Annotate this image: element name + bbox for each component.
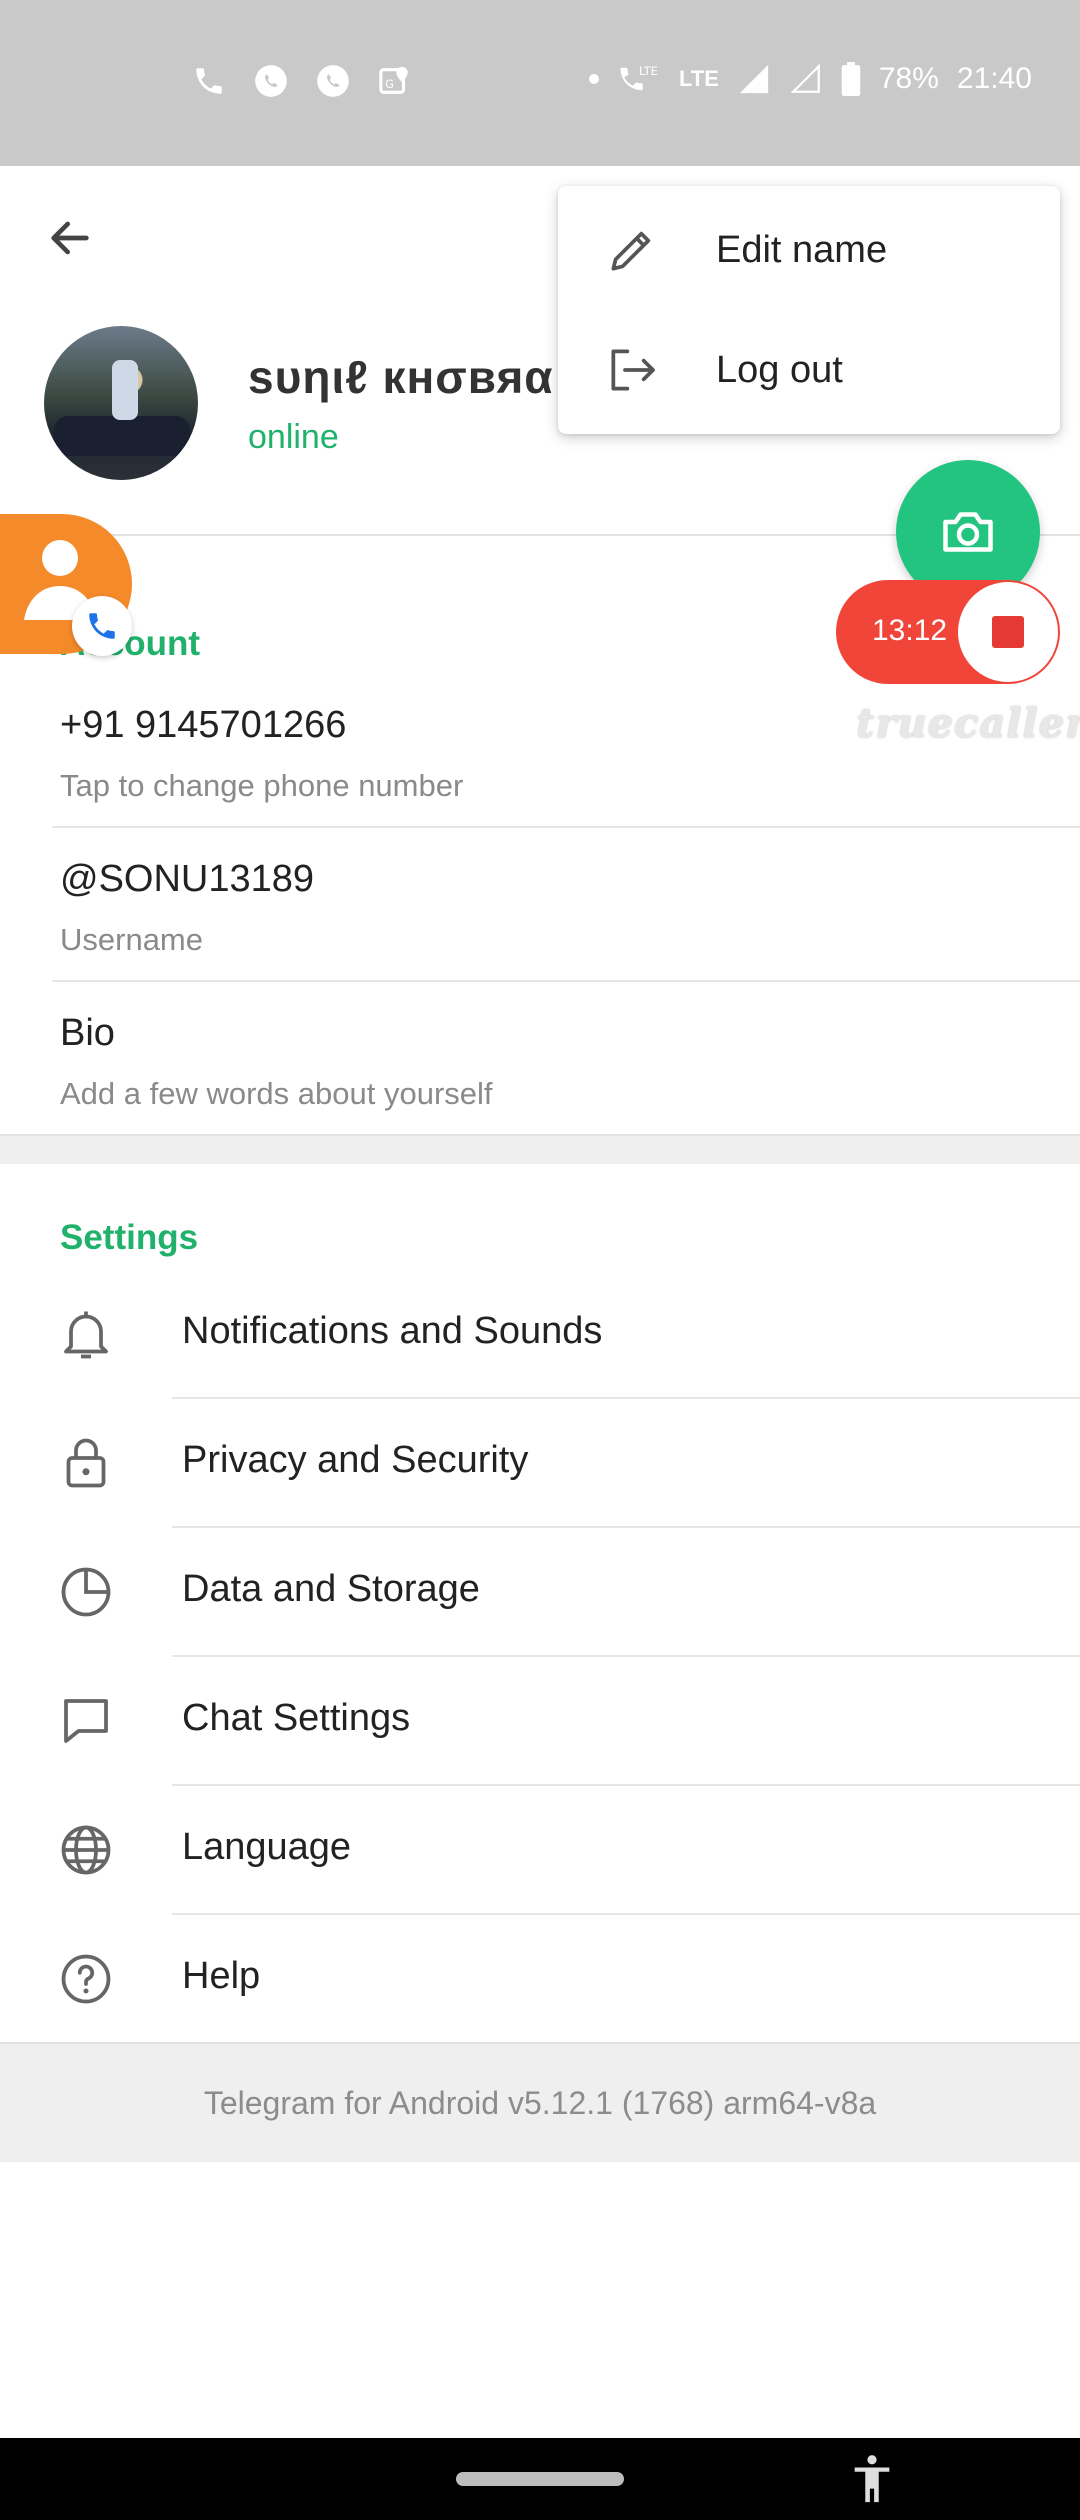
menu-item-log-out[interactable]: Log out [558, 310, 1060, 430]
phone-number-hint: Tap to change phone number [60, 768, 464, 803]
truecaller-logo: truecaller [856, 700, 1080, 747]
phone-number-row[interactable]: +91 9145701266 Tap to change phone numbe… [0, 672, 1080, 826]
logout-icon [604, 342, 660, 398]
settings-item-label: Data and Storage [182, 1568, 480, 1610]
signal-icon [737, 62, 771, 96]
settings-item-notifications[interactable]: Notifications and Sounds [0, 1268, 1080, 1397]
recording-timer: 13:12 [872, 614, 948, 647]
clock: 21:40 [956, 62, 1032, 95]
lock-icon [56, 1433, 116, 1493]
avatar[interactable] [44, 326, 198, 480]
system-navigation-bar [0, 2438, 1080, 2520]
globe-icon [56, 1820, 116, 1880]
maps-icon: G [376, 62, 414, 100]
bio-hint: Add a few words about yourself [60, 1076, 493, 1111]
accessibility-icon[interactable] [852, 2454, 892, 2504]
svg-text:G: G [385, 77, 394, 91]
section-separator [0, 1134, 1080, 1164]
battery-icon [841, 62, 861, 96]
settings-item-label: Privacy and Security [182, 1439, 529, 1481]
camera-icon [943, 512, 993, 552]
overflow-menu: Edit name Log out [558, 186, 1060, 434]
settings-item-data[interactable]: Data and Storage [0, 1526, 1080, 1655]
phone-badge-icon [72, 596, 132, 656]
whatsapp-icon [314, 62, 352, 100]
signal-empty-icon [789, 62, 823, 96]
phone-number: +91 9145701266 [60, 704, 347, 746]
settings-item-help[interactable]: Help [0, 1913, 1080, 2042]
dot-icon [588, 74, 599, 84]
settings-item-language[interactable]: Language [0, 1784, 1080, 1913]
menu-item-label: Log out [716, 348, 843, 391]
username: @SONU13189 [60, 858, 315, 900]
app-version-footer: Telegram for Android v5.12.1 (1768) arm6… [0, 2042, 1080, 2162]
settings-item-privacy[interactable]: Privacy and Security [0, 1397, 1080, 1526]
back-button[interactable] [42, 210, 98, 266]
arrow-left-icon [51, 221, 89, 255]
status-right: LTE LTE 78% 21:40 [588, 62, 1032, 96]
bio-row[interactable]: Bio Add a few words about yourself [0, 980, 1080, 1134]
profile-name: ѕυηιℓ кнσвяα [248, 351, 554, 403]
menu-item-edit-name[interactable]: Edit name [558, 190, 1060, 310]
username-hint: Username [60, 922, 203, 957]
bell-icon [56, 1304, 116, 1364]
stop-recording-button[interactable] [958, 582, 1058, 682]
whatsapp-icon [252, 62, 290, 100]
battery-percent: 78% [878, 62, 939, 95]
settings-item-chat[interactable]: Chat Settings [0, 1655, 1080, 1784]
svg-text:LTE: LTE [639, 64, 658, 78]
username-row[interactable]: @SONU13189 Username [0, 826, 1080, 980]
settings-item-label: Notifications and Sounds [182, 1310, 603, 1352]
stop-icon [992, 616, 1024, 648]
chat-bubble-icon [56, 1691, 116, 1751]
status-bar: G LTE LTE 78% 21:40 [0, 0, 1080, 166]
settings-section-title: Settings [60, 1218, 199, 1257]
pencil-icon [604, 222, 660, 278]
notification-icons: G [190, 62, 414, 100]
settings-item-label: Language [182, 1826, 352, 1868]
bio-label: Bio [60, 1012, 115, 1054]
call-recording-widget[interactable]: 13:12 [836, 580, 1060, 684]
online-status: online [248, 418, 339, 456]
help-icon [56, 1949, 116, 2009]
volte-call-icon: LTE [617, 62, 661, 96]
settings-item-label: Chat Settings [182, 1697, 411, 1739]
home-gesture-handle[interactable] [456, 2472, 624, 2486]
phone-icon [190, 62, 228, 100]
lte-icon: LTE [678, 66, 719, 91]
settings-item-label: Help [182, 1955, 261, 1997]
menu-item-label: Edit name [716, 228, 888, 271]
pie-chart-icon [56, 1562, 116, 1622]
